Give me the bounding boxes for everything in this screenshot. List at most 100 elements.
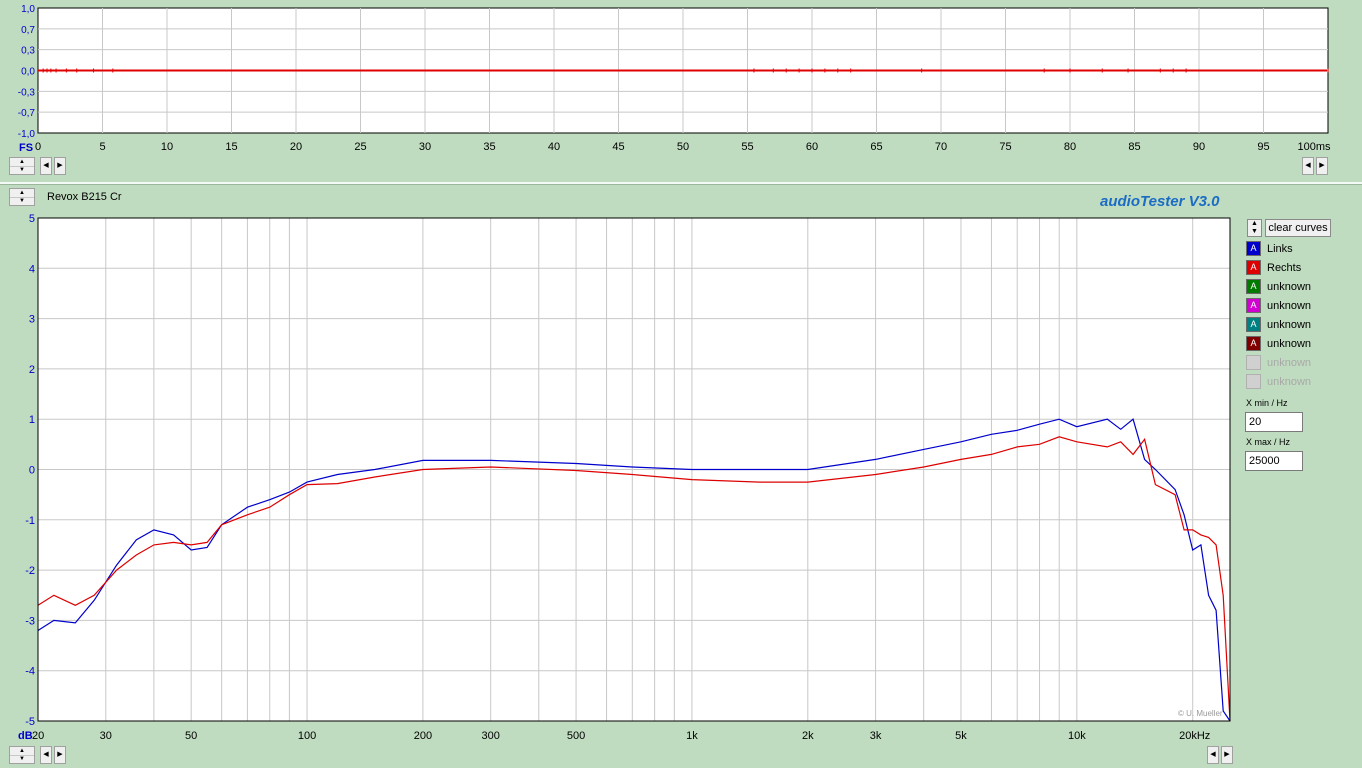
freq-x-tick-label: 3k <box>870 730 882 742</box>
time-y-tick-label: 0,0 <box>21 67 35 78</box>
freq-plot: 5 4 3 2 1 0 -1 -2 -3 -4 -5 20 30 50 100 200 300 500 1k 2k 3… <box>18 213 1231 742</box>
curve-toggle-icon[interactable]: A <box>1246 317 1261 332</box>
down-arrow-icon[interactable]: ▼ <box>10 166 34 174</box>
curve-toggle-icon[interactable]: A <box>1246 336 1261 351</box>
freq-y-unit: dB <box>18 730 33 742</box>
freq-y-tick-label: 5 <box>29 213 35 225</box>
up-arrow-icon[interactable]: ▲ <box>1248 220 1261 228</box>
curve-toggle-icon[interactable]: A <box>1246 260 1261 275</box>
legend-item[interactable]: Aunknown <box>1246 335 1311 352</box>
time-y-tick-label: 0,3 <box>21 46 35 57</box>
curve-toggle-icon[interactable]: A <box>1246 279 1261 294</box>
time-y-tick-label: 0,7 <box>21 25 35 36</box>
time-x-tick-label: 65 <box>870 141 882 153</box>
curve-select-spinner[interactable]: ▲ ▼ <box>1247 219 1262 237</box>
left-arrow-icon: ◀ <box>1305 162 1311 169</box>
legend-item[interactable]: unknown <box>1246 354 1311 371</box>
legend-label: unknown <box>1267 375 1312 388</box>
time-y-ticks: 1,0 0,7 0,3 0,0 -0,3 -0,7 -1,0 <box>18 4 36 140</box>
time-x-tick-label: 15 <box>225 141 237 153</box>
time-x-tick-label: 95 <box>1257 141 1269 153</box>
left-arrow-icon: ◀ <box>1210 751 1216 758</box>
time-x-tick-label: 70 <box>935 141 947 153</box>
time-y-unit: FS <box>19 142 33 154</box>
time-x-tick-label: 40 <box>548 141 560 153</box>
time-x-tick-label: 80 <box>1064 141 1076 153</box>
panel-divider[interactable] <box>0 182 1362 185</box>
left-arrow-icon: ◀ <box>43 162 49 169</box>
time-y-tick-label: -0,7 <box>18 108 36 119</box>
time-x-tick-label: 35 <box>483 141 495 153</box>
right-arrow-icon: ▶ <box>57 162 63 169</box>
time-x-tick-label: 45 <box>612 141 624 153</box>
down-arrow-icon[interactable]: ▼ <box>1248 228 1261 236</box>
time-scroll-right-button[interactable]: ▶ <box>54 157 66 175</box>
left-arrow-icon: ◀ <box>43 751 49 758</box>
right-arrow-icon: ▶ <box>57 751 63 758</box>
time-y-tick-label: 1,0 <box>21 4 35 15</box>
freq-scroll-left-button[interactable]: ◀ <box>40 746 52 764</box>
clear-curves-button[interactable]: clear curves <box>1265 219 1331 237</box>
freq-scroll-right-button[interactable]: ▶ <box>54 746 66 764</box>
time-x-ticks: 0 5 10 15 20 25 30 35 40 45 50 55 60 65 70 75 80 85 90 95 10… <box>35 141 1331 153</box>
freq-y-tick-label: -4 <box>25 666 35 678</box>
freq-scroll-end-left-button[interactable]: ◀ <box>1207 746 1219 764</box>
time-x-tick-label: 10 <box>161 141 173 153</box>
freq-scroll-end-right-button[interactable]: ▶ <box>1221 746 1233 764</box>
time-y-tick-label: -1,0 <box>18 129 36 140</box>
time-x-tick-label: 5 <box>99 141 105 153</box>
time-x-tick-label: 85 <box>1128 141 1140 153</box>
freq-y-tick-label: -2 <box>25 565 35 577</box>
freq-zoom-spinner[interactable]: ▲ ▼ <box>9 746 35 764</box>
xmin-input[interactable] <box>1245 412 1303 432</box>
legend-item[interactable]: A Rechts <box>1246 259 1301 276</box>
down-arrow-icon[interactable]: ▼ <box>10 755 34 763</box>
xmax-label: X max / Hz <box>1246 437 1291 447</box>
legend-label: unknown <box>1267 337 1312 350</box>
time-y-tick-label: -0,3 <box>18 87 36 98</box>
freq-y-tick-label: 0 <box>29 465 35 477</box>
freq-x-tick-label: 2k <box>802 730 814 742</box>
freq-x-ticks: 20 30 50 100 200 300 500 1k 2k 3k 5k 10k 20kHz <box>32 730 1210 742</box>
freq-y-tick-label: 1 <box>29 414 35 426</box>
legend-item[interactable]: Aunknown <box>1246 297 1311 314</box>
time-x-tick-label: 90 <box>1193 141 1205 153</box>
legend-label: unknown <box>1267 356 1312 369</box>
legend-item[interactable]: unknown <box>1246 373 1311 390</box>
freq-x-tick-label: 1k <box>686 730 698 742</box>
curve-toggle-icon[interactable] <box>1246 355 1261 370</box>
curve-toggle-icon[interactable]: A <box>1246 298 1261 313</box>
freq-x-tick-label: 50 <box>185 730 197 742</box>
xmin-label: X min / Hz <box>1246 398 1288 408</box>
curve-toggle-icon[interactable]: A <box>1246 241 1261 256</box>
freq-y-tick-label: -5 <box>25 716 35 728</box>
freq-x-tick-label: 20 <box>32 730 44 742</box>
freq-x-tick-label: 200 <box>414 730 432 742</box>
curve-toggle-icon[interactable] <box>1246 374 1261 389</box>
time-scroll-end-left-button[interactable]: ◀ <box>1302 157 1314 175</box>
legend-label: Links <box>1267 242 1293 255</box>
time-x-tick-label: 75 <box>999 141 1011 153</box>
time-x-tick-label: 25 <box>354 141 366 153</box>
time-x-tick-label: 100ms <box>1297 141 1331 153</box>
legend-label: unknown <box>1267 318 1312 331</box>
freq-x-tick-label: 20kHz <box>1179 730 1210 742</box>
freq-y-tick-label: -3 <box>25 615 35 627</box>
time-plot: 1,0 0,7 0,3 0,0 -0,3 -0,7 -1,0 0 5 10 15 20 25 30 35 4… <box>18 4 1331 154</box>
time-x-tick-label: 55 <box>741 141 753 153</box>
time-x-tick-label: 0 <box>35 141 41 153</box>
freq-y-tick-label: 4 <box>29 263 35 275</box>
freq-y-tick-label: 2 <box>29 364 35 376</box>
legend-item[interactable]: A Links <box>1246 240 1293 257</box>
xmax-input[interactable] <box>1245 451 1303 471</box>
time-zoom-spinner[interactable]: ▲ ▼ <box>9 157 35 175</box>
freq-y-tick-label: -1 <box>25 515 35 527</box>
freq-y-tick-label: 3 <box>29 314 35 326</box>
legend-item[interactable]: Aunknown <box>1246 316 1311 333</box>
time-scroll-end-right-button[interactable]: ▶ <box>1316 157 1328 175</box>
freq-x-tick-label: 100 <box>298 730 316 742</box>
time-scroll-left-button[interactable]: ◀ <box>40 157 52 175</box>
copyright-text: © U. Mueller <box>1178 709 1223 718</box>
time-x-tick-label: 20 <box>290 141 302 153</box>
legend-item[interactable]: Aunknown <box>1246 278 1311 295</box>
